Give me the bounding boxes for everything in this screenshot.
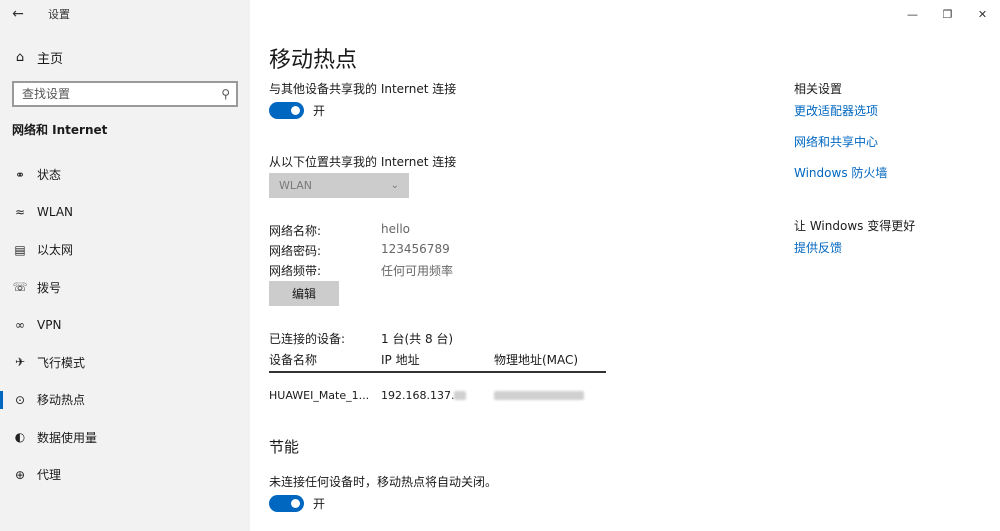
device-ip: 192.168.137. — [381, 388, 455, 402]
improve-windows-title: 让 Windows 变得更好 — [794, 219, 916, 233]
link-adapter-options[interactable]: 更改适配器选项 — [794, 102, 878, 119]
sidebar-item-label: 以太网 — [37, 243, 74, 258]
close-button[interactable]: ✕ — [965, 0, 1000, 28]
network-band-value: 任何可用频率 — [381, 264, 454, 278]
main-content: 移动热点 与其他设备共享我的 Internet 连接 开 从以下位置共享我的 I… — [269, 0, 769, 531]
hotspot-icon: ⊙ — [14, 392, 26, 407]
device-table: 设备名称 IP 地址 物理地址(MAC) HUAWEI_Mate_1... 19… — [269, 351, 606, 417]
link-network-sharing-center[interactable]: 网络和共享中心 — [794, 133, 878, 150]
power-toggle[interactable] — [269, 495, 304, 512]
search-box: ⚲ — [12, 81, 238, 107]
ethernet-icon: ▤ — [14, 242, 26, 257]
share-label: 与其他设备共享我的 Internet 连接 — [269, 82, 457, 96]
redacted-mark — [494, 391, 584, 400]
sidebar-item-vpn[interactable]: ∞ VPN — [0, 306, 250, 344]
connected-devices-value: 1 台(共 8 台) — [381, 332, 454, 346]
power-toggle-state: 开 — [313, 497, 326, 511]
network-band-label: 网络频带: — [269, 264, 322, 278]
sidebar-item-label: 数据使用量 — [37, 430, 98, 445]
page-title: 移动热点 — [269, 48, 358, 73]
table-row: HUAWEI_Mate_1... 192.168.137. — [269, 373, 606, 417]
device-ip-cell: 192.168.137. — [381, 389, 494, 402]
network-name-label: 网络名称: — [269, 224, 322, 238]
sidebar-item-hotspot[interactable]: ⊙ 移动热点 — [0, 381, 250, 419]
sidebar-item-wlan[interactable]: ≈ WLAN — [0, 194, 250, 232]
sidebar-item-home[interactable]: ⌂ 主页 — [0, 44, 250, 70]
share-toggle[interactable] — [269, 102, 304, 119]
network-band-row: 网络频带: 任何可用频率 — [269, 262, 453, 279]
connected-devices-row: 已连接的设备: 1 台(共 8 台) — [269, 330, 453, 347]
sidebar-item-status[interactable]: ⚭ 状态 — [0, 156, 250, 194]
device-mac-cell — [494, 389, 606, 402]
wifi-icon: ≈ — [14, 205, 26, 220]
share-toggle-state: 开 — [313, 104, 326, 118]
back-arrow-icon: ← — [12, 6, 24, 22]
sidebar-nav: ⚭ 状态 ≈ WLAN ▤ 以太网 ☏ 拨号 ∞ VPN ✈ 飞行模式 ⊙ 移动… — [0, 156, 250, 494]
close-icon: ✕ — [977, 7, 988, 21]
dialup-icon: ☏ — [12, 280, 28, 295]
related-settings-title: 相关设置 — [794, 82, 843, 96]
app-title: 设置 — [48, 8, 70, 21]
restore-button[interactable]: ❐ — [930, 0, 965, 28]
search-input[interactable] — [22, 87, 222, 101]
search-icon[interactable]: ⚲ — [221, 87, 230, 101]
minimize-button[interactable]: — — [895, 0, 930, 28]
network-name-value: hello — [381, 222, 410, 236]
section-title: 网络和 Internet — [12, 123, 108, 137]
share-toggle-row: 开 — [269, 102, 325, 119]
title-bar: ← 设置 — [0, 0, 250, 28]
sidebar-item-label: WLAN — [37, 205, 74, 220]
chevron-down-icon: ⌄ — [390, 180, 399, 191]
sidebar-item-airplane[interactable]: ✈ 飞行模式 — [0, 344, 250, 382]
minimize-icon: — — [907, 7, 918, 21]
network-password-row: 网络密码: 123456789 — [269, 242, 450, 259]
edit-button[interactable]: 编辑 — [269, 281, 339, 306]
vpn-icon: ∞ — [15, 317, 25, 332]
data-usage-icon: ◐ — [14, 430, 26, 445]
airplane-icon: ✈ — [14, 355, 26, 370]
header-mac: 物理地址(MAC) — [494, 353, 579, 367]
power-toggle-row: 开 — [269, 495, 325, 512]
share-from-dropdown[interactable]: WLAN ⌄ — [269, 173, 409, 198]
sidebar-item-label: 移动热点 — [37, 393, 86, 408]
power-section-title: 节能 — [269, 438, 300, 456]
sidebar-item-dialup[interactable]: ☏ 拨号 — [0, 269, 250, 307]
network-password-value: 123456789 — [381, 242, 450, 256]
sidebar-item-data-usage[interactable]: ◐ 数据使用量 — [0, 419, 250, 457]
header-ip: IP 地址 — [381, 353, 420, 367]
sidebar-item-proxy[interactable]: ⊕ 代理 — [0, 456, 250, 494]
sidebar-item-label: 代理 — [37, 468, 62, 483]
redacted-mark — [454, 391, 467, 400]
sidebar-item-label: 状态 — [37, 168, 62, 183]
table-header: 设备名称 IP 地址 物理地址(MAC) — [269, 351, 606, 373]
network-name-row: 网络名称: hello — [269, 222, 410, 239]
share-from-label: 从以下位置共享我的 Internet 连接 — [269, 155, 457, 169]
share-from-value: WLAN — [279, 179, 313, 192]
power-label: 未连接任何设备时，移动热点将自动关闭。 — [269, 475, 498, 489]
header-device-name: 设备名称 — [269, 353, 318, 367]
home-label: 主页 — [37, 51, 64, 67]
globe-icon: ⚭ — [14, 167, 26, 182]
sidebar: ← 设置 ⌂ 主页 ⚲ 网络和 Internet ⚭ 状态 ≈ WLAN ▤ 以… — [0, 0, 250, 531]
sidebar-item-label: 拨号 — [37, 280, 62, 295]
window-controls: — ❐ ✕ — [895, 0, 1000, 28]
sidebar-item-label: 飞行模式 — [37, 355, 86, 370]
globe-icon: ⊕ — [14, 467, 26, 482]
back-button[interactable]: ← — [0, 0, 36, 28]
device-name: HUAWEI_Mate_1... — [269, 388, 370, 402]
network-password-label: 网络密码: — [269, 244, 322, 258]
connected-devices-label: 已连接的设备: — [269, 332, 346, 346]
link-windows-firewall[interactable]: Windows 防火墙 — [794, 164, 887, 181]
restore-icon: ❐ — [942, 7, 953, 21]
home-icon: ⌂ — [15, 49, 25, 65]
sidebar-item-label: VPN — [37, 317, 62, 332]
sidebar-item-ethernet[interactable]: ▤ 以太网 — [0, 231, 250, 269]
link-feedback[interactable]: 提供反馈 — [794, 239, 842, 256]
